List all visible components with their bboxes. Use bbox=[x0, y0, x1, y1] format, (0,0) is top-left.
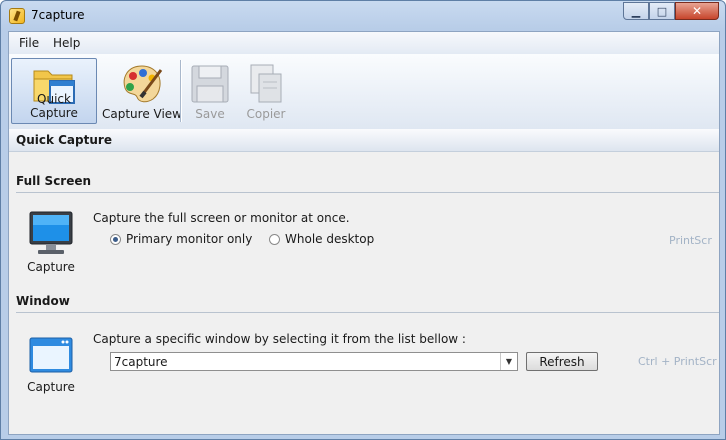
maximize-button[interactable]: □ bbox=[649, 2, 675, 20]
save-button[interactable]: Save bbox=[184, 58, 236, 124]
window-title-label: Window bbox=[16, 294, 70, 308]
radio-whole-desktop-label: Whole desktop bbox=[285, 232, 375, 246]
full-screen-description: Capture the full screen or monitor at on… bbox=[93, 211, 350, 225]
copier-label: Copier bbox=[246, 107, 286, 121]
title-bar[interactable]: 7capture ▁ □ ✕ bbox=[1, 1, 725, 31]
close-button[interactable]: ✕ bbox=[675, 2, 719, 20]
window-divider bbox=[16, 312, 719, 313]
menu-bar: File Help bbox=[9, 32, 719, 54]
minimize-button[interactable]: ▁ bbox=[623, 2, 649, 20]
refresh-button[interactable]: Refresh bbox=[526, 352, 598, 371]
radio-whole-desktop-dot[interactable] bbox=[269, 233, 280, 245]
window-select-value: 7capture bbox=[114, 355, 168, 369]
palette-icon bbox=[123, 65, 163, 103]
save-label: Save bbox=[195, 107, 225, 121]
app-icon[interactable] bbox=[9, 8, 25, 24]
quick-capture-label: Quick Capture bbox=[30, 92, 78, 120]
capture-view-button[interactable]: Capture View bbox=[99, 58, 185, 124]
radio-primary-monitor-label: Primary monitor only bbox=[126, 232, 253, 246]
toolbar-separator bbox=[180, 60, 181, 122]
window-title: 7capture bbox=[31, 8, 85, 22]
radio-primary-monitor-dot[interactable] bbox=[110, 233, 121, 245]
menu-help[interactable]: Help bbox=[53, 36, 80, 50]
full-screen-shortcut: PrintScr bbox=[669, 234, 712, 247]
floppy-disk-icon bbox=[191, 65, 229, 103]
toolbar: Quick Capture Capture View Save Copier bbox=[9, 54, 719, 130]
radio-whole-desktop[interactable]: Whole desktop bbox=[269, 232, 374, 246]
section-header: Quick Capture bbox=[9, 129, 719, 152]
capture-view-label: Capture View bbox=[101, 107, 182, 121]
quick-capture-button[interactable]: Quick Capture bbox=[11, 58, 97, 124]
app-window: 7capture ▁ □ ✕ File Help Quick Capture C… bbox=[0, 0, 726, 440]
window-select[interactable]: 7capture ▼ bbox=[110, 352, 518, 371]
window-controls: ▁ □ ✕ bbox=[623, 2, 719, 21]
copier-button[interactable]: Copier bbox=[240, 58, 292, 124]
full-screen-capture-label[interactable]: Capture bbox=[18, 260, 84, 274]
window-icon[interactable] bbox=[27, 334, 75, 380]
radio-primary-monitor[interactable]: Primary monitor only bbox=[110, 232, 252, 246]
menu-file[interactable]: File bbox=[19, 36, 39, 50]
full-screen-divider bbox=[16, 192, 719, 193]
window-shortcut: Ctrl + PrintScr bbox=[638, 355, 717, 368]
window-capture-label[interactable]: Capture bbox=[18, 380, 84, 394]
section-title: Quick Capture bbox=[16, 133, 112, 147]
client-area: File Help Quick Capture Capture View Sav… bbox=[8, 31, 720, 435]
chevron-down-icon[interactable]: ▼ bbox=[500, 353, 517, 370]
full-screen-title: Full Screen bbox=[16, 174, 92, 188]
copy-document-icon bbox=[250, 64, 282, 103]
monitor-icon[interactable] bbox=[27, 210, 75, 256]
window-description: Capture a specific window by selecting i… bbox=[93, 332, 466, 346]
